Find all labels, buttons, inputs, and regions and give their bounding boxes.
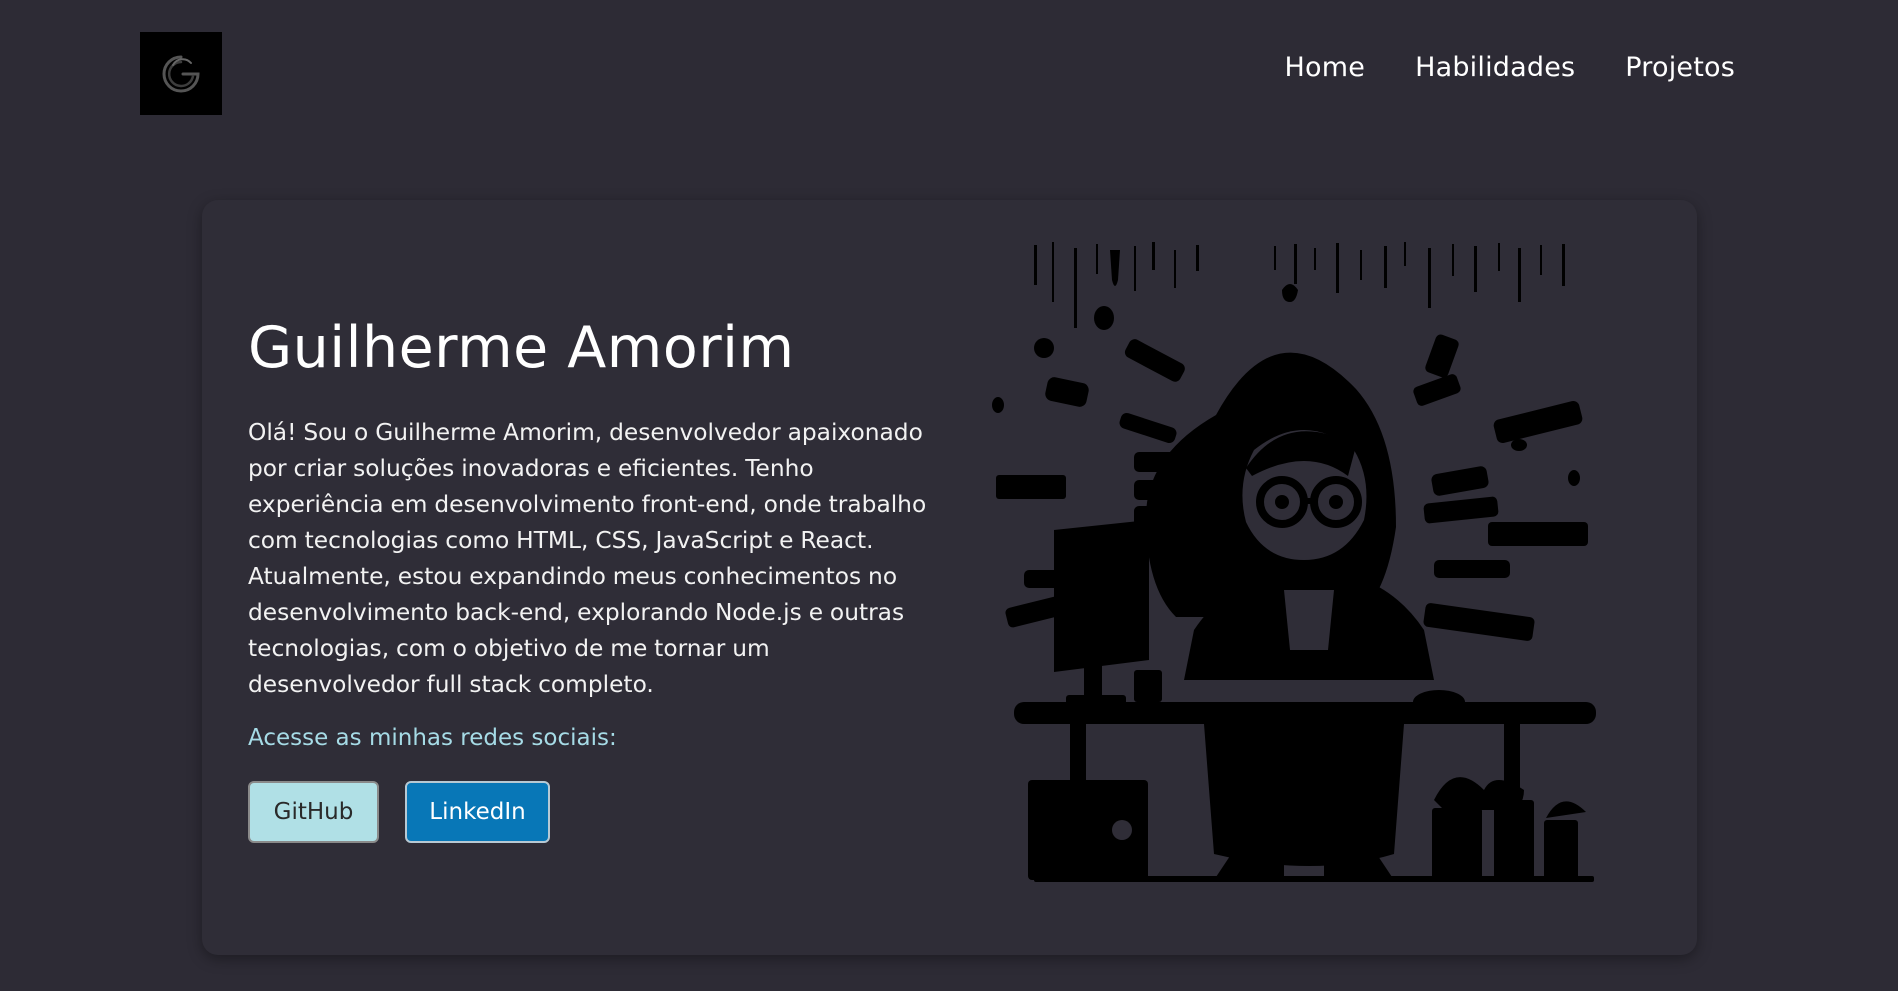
g-logo-icon: [162, 55, 200, 92]
github-button[interactable]: GitHub: [248, 781, 379, 843]
hero-text: Guilherme Amorim Olá! Sou o Guilherme Am…: [248, 315, 938, 843]
logo[interactable]: [140, 32, 222, 115]
social-label: Acesse as minhas redes sociais:: [248, 725, 617, 751]
hero-name: Guilherme Amorim: [248, 315, 795, 381]
page: Home Habilidades Projetos Guilherme Amor…: [0, 0, 1898, 991]
social-buttons: GitHub LinkedIn: [248, 781, 938, 843]
nav-habilidades[interactable]: Habilidades: [1415, 52, 1575, 83]
hero-card: Guilherme Amorim Olá! Sou o Guilherme Am…: [202, 200, 1697, 955]
developer-illustration: [992, 242, 1596, 882]
nav-projetos[interactable]: Projetos: [1625, 52, 1735, 83]
linkedin-button[interactable]: LinkedIn: [405, 781, 550, 843]
hero-bio: Olá! Sou o Guilherme Amorim, desenvolved…: [248, 419, 927, 698]
main-nav: Home Habilidades Projetos: [1285, 52, 1735, 83]
nav-home[interactable]: Home: [1285, 52, 1366, 83]
